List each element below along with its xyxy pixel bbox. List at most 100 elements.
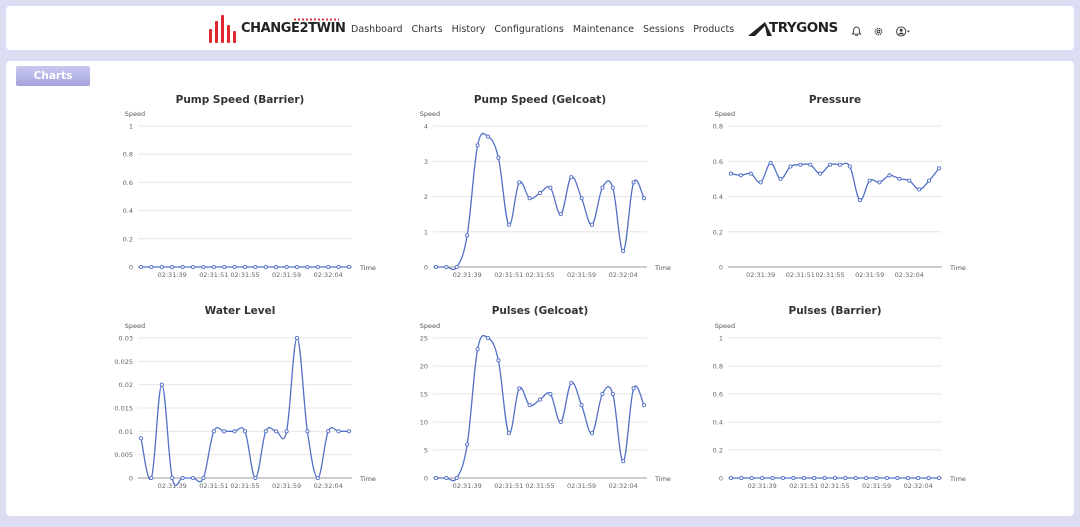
data-point <box>232 264 237 270</box>
data-point <box>274 264 279 270</box>
x-tick-label: 02:32:04 <box>314 482 343 490</box>
data-point <box>621 249 626 254</box>
data-point <box>589 222 595 227</box>
data-point <box>610 185 615 190</box>
x-tick-label: 02:31:55 <box>230 482 259 490</box>
x-tick-label: 02:31:39 <box>158 482 187 490</box>
x-tick-label: 02:31:55 <box>525 271 554 279</box>
x-tick-label: 02:31:51 <box>789 482 818 490</box>
change2twin-logo[interactable]: CHANGE2TWIN <box>207 15 346 43</box>
data-point <box>444 264 449 270</box>
data-point <box>927 178 932 183</box>
chart-svg: 00.20.40.60.8SpeedTime02:31:39 02:31:51 02… <box>713 110 966 279</box>
y-tick-label: 3 <box>424 158 428 166</box>
data-point <box>600 185 605 190</box>
data-point <box>433 475 439 481</box>
nav-sessions[interactable]: Sessions <box>643 24 684 35</box>
data-point <box>274 429 279 434</box>
data-point <box>284 429 289 434</box>
data-point <box>253 264 258 270</box>
data-point <box>808 162 813 167</box>
data-point <box>315 264 320 270</box>
data-point <box>527 403 532 408</box>
nav-configurations[interactable]: Configurations <box>494 24 563 35</box>
data-point <box>558 419 563 425</box>
y-axis-label: Speed <box>420 322 440 330</box>
data-point <box>770 475 775 481</box>
y-tick-label: 25 <box>420 335 428 343</box>
y-tick-label: 0.02 <box>119 381 133 389</box>
header-actions <box>851 22 911 37</box>
x-tick-label: 02:31:59 <box>272 271 301 279</box>
data-point <box>895 475 900 481</box>
data-point <box>548 391 553 397</box>
logo-bars-icon <box>209 15 239 43</box>
x-tick-label: 02:31:39 <box>158 271 187 279</box>
data-point <box>812 475 817 481</box>
y-tick-label: 1 <box>719 335 723 343</box>
data-point <box>465 442 470 447</box>
data-point <box>884 475 890 481</box>
data-point <box>222 264 227 270</box>
data-point <box>579 196 584 201</box>
data-point <box>780 475 786 481</box>
x-tick-label: 02:31:39 <box>453 482 482 490</box>
data-point <box>936 166 942 171</box>
x-tick-label: 02:31:55 <box>820 482 849 490</box>
y-axis-label: Speed <box>125 110 145 118</box>
data-point <box>728 171 734 176</box>
data-point <box>475 143 480 148</box>
data-point <box>444 475 449 481</box>
data-point <box>916 475 921 481</box>
data-point <box>496 358 501 363</box>
nav-dashboard[interactable]: Dashboard <box>351 24 403 35</box>
data-point <box>857 197 862 203</box>
x-tick-label: 02:31:51 <box>786 271 815 279</box>
data-point <box>926 475 931 481</box>
x-axis-label: Time <box>654 264 671 272</box>
y-tick-label: 0 <box>129 475 133 483</box>
nav-maintenance[interactable]: Maintenance <box>573 24 634 35</box>
x-tick-label: 02:31:39 <box>748 482 777 490</box>
nav-products[interactable]: Products <box>693 24 734 35</box>
data-point <box>788 164 793 169</box>
data-point <box>159 382 164 387</box>
data-point <box>778 176 783 181</box>
data-point <box>748 171 753 176</box>
x-axis-label: Time <box>949 475 966 483</box>
user-menu[interactable] <box>895 22 911 37</box>
gear-icon[interactable] <box>873 22 885 36</box>
data-point <box>738 173 743 178</box>
nav-charts[interactable]: Charts <box>412 24 443 35</box>
y-tick-label: 1 <box>424 228 428 236</box>
y-tick-label: 0.4 <box>713 419 723 427</box>
series-line <box>436 132 645 271</box>
chart-pump-speed-gelcoat: Pump Speed (Gelcoat) 0 1 2 3 4 Speed Time 02:31… <box>405 92 675 282</box>
data-point <box>837 162 843 167</box>
data-point <box>263 429 268 434</box>
data-point <box>798 162 803 167</box>
x-tick-label: 02:31:39 <box>746 271 775 279</box>
x-tick-label: 02:31:51 <box>199 482 228 490</box>
y-tick-label: 2 <box>424 193 428 201</box>
bell-icon[interactable] <box>851 22 863 37</box>
data-point <box>749 475 754 481</box>
x-tick-label: 02:32:04 <box>609 482 638 490</box>
x-tick-label: 02:31:51 <box>494 482 523 490</box>
x-tick-label: 02:32:04 <box>314 271 343 279</box>
data-point <box>346 264 352 270</box>
y-tick-label: 0.025 <box>114 358 133 366</box>
x-tick-label: 02:32:04 <box>609 271 638 279</box>
partner-brand-name: TRYGONS <box>769 20 838 36</box>
x-tick-label: 02:32:04 <box>904 482 933 490</box>
chart-svg: 0 0.005 0.01 0.015 0.02 0.025 0.03 Speed Time 02:… <box>114 322 376 490</box>
charts-panel-tab[interactable]: Charts <box>16 66 90 86</box>
trygons-logo[interactable]: TRYGONS <box>747 19 842 39</box>
data-point <box>527 196 532 201</box>
x-tick-label: 02:31:59 <box>272 482 301 490</box>
x-axis-label: Time <box>949 264 966 272</box>
data-point <box>864 475 869 481</box>
data-point <box>843 475 848 481</box>
nav-history[interactable]: History <box>452 24 486 35</box>
y-axis-label: Speed <box>420 110 440 118</box>
